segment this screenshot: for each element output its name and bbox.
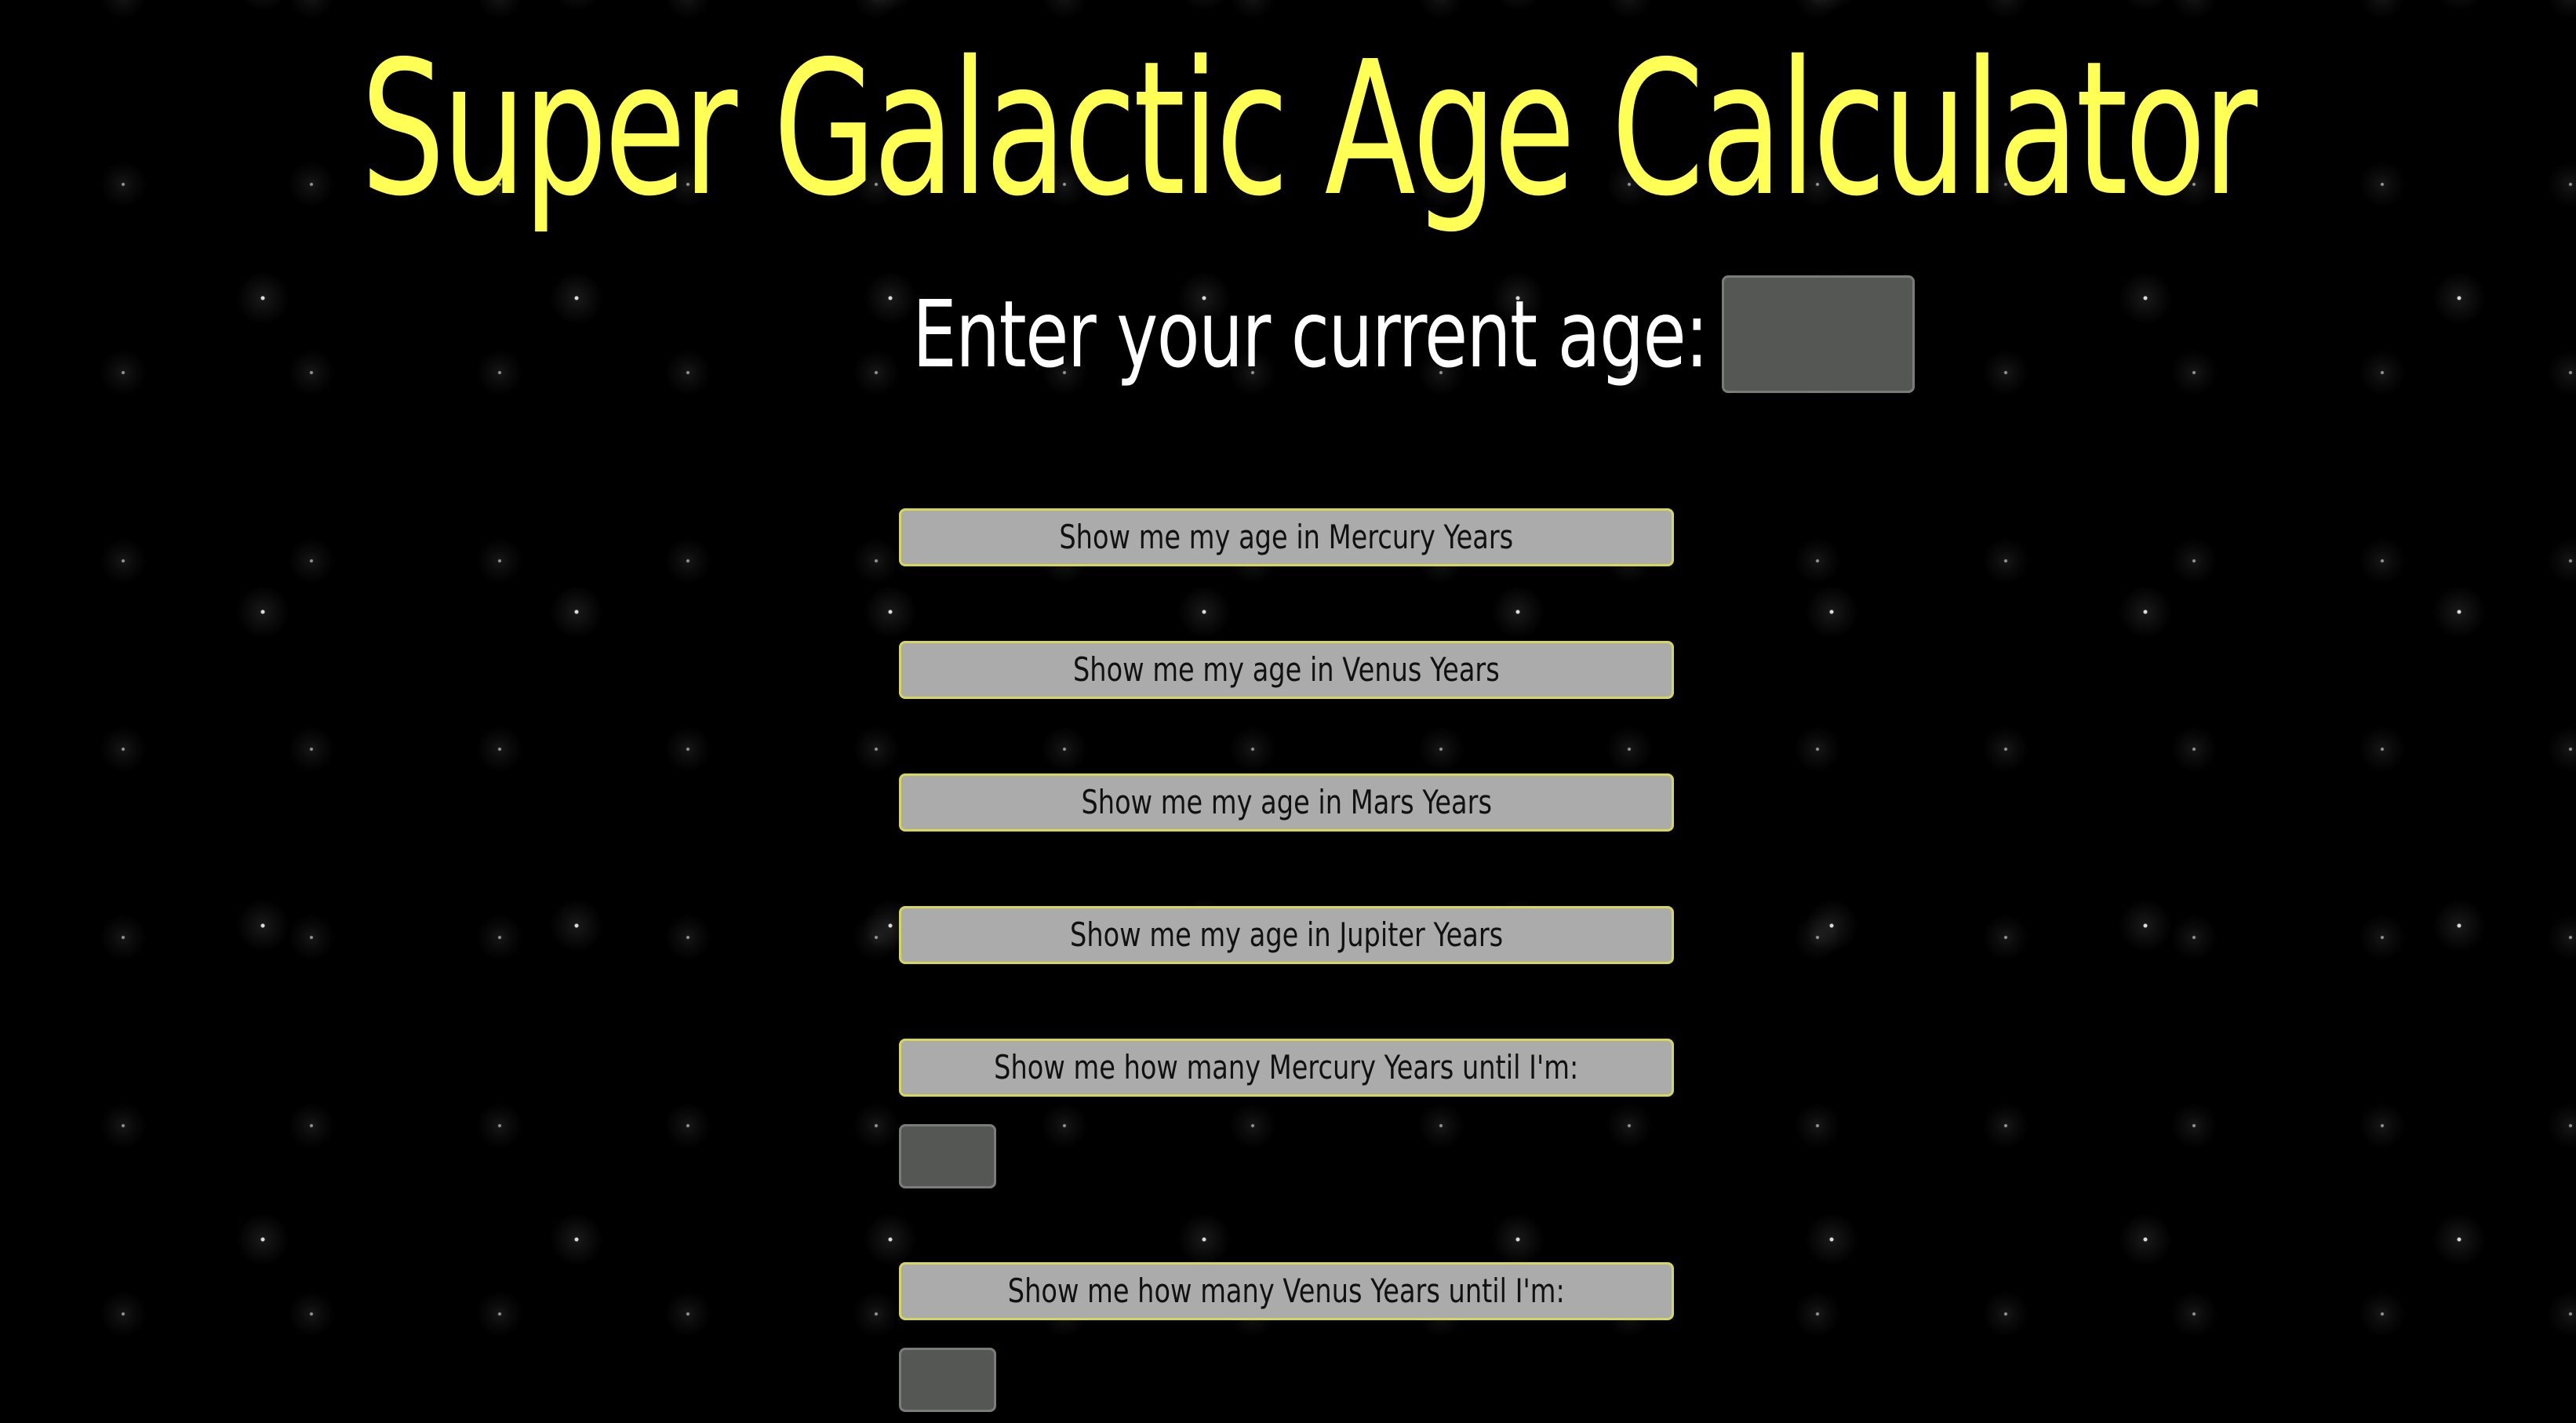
age-label: Enter your current age:: [912, 280, 1708, 388]
mercury-years-until-button[interactable]: Show me how many Mercury Years until I'm…: [899, 1039, 1674, 1097]
page-title: Super Galactic Age Calculator: [360, 21, 2258, 237]
jupiter-years-button-label: Show me my age in Jupiter Years: [1069, 915, 1504, 954]
mars-years-button[interactable]: Show me my age in Mars Years: [899, 773, 1674, 832]
age-entry-row: Enter your current age:: [0, 271, 2576, 397]
venus-years-until-button[interactable]: Show me how many Venus Years until I'm:: [899, 1262, 1674, 1320]
venus-years-button[interactable]: Show me my age in Venus Years: [899, 641, 1674, 699]
mars-years-button-label: Show me my age in Mars Years: [1081, 783, 1492, 821]
mercury-years-until-button-label: Show me how many Mercury Years until I'm…: [994, 1048, 1579, 1086]
venus-years-until-button-label: Show me how many Venus Years until I'm:: [1007, 1272, 1566, 1310]
mercury-target-age-input[interactable]: [899, 1124, 996, 1188]
mercury-years-button-label: Show me my age in Mercury Years: [1059, 518, 1514, 556]
venus-target-age-input[interactable]: [899, 1348, 996, 1412]
venus-years-button-label: Show me my age in Venus Years: [1073, 650, 1500, 689]
jupiter-years-button[interactable]: Show me my age in Jupiter Years: [899, 906, 1674, 964]
mercury-years-button[interactable]: Show me my age in Mercury Years: [899, 508, 1674, 566]
current-age-input[interactable]: [1721, 275, 1915, 393]
